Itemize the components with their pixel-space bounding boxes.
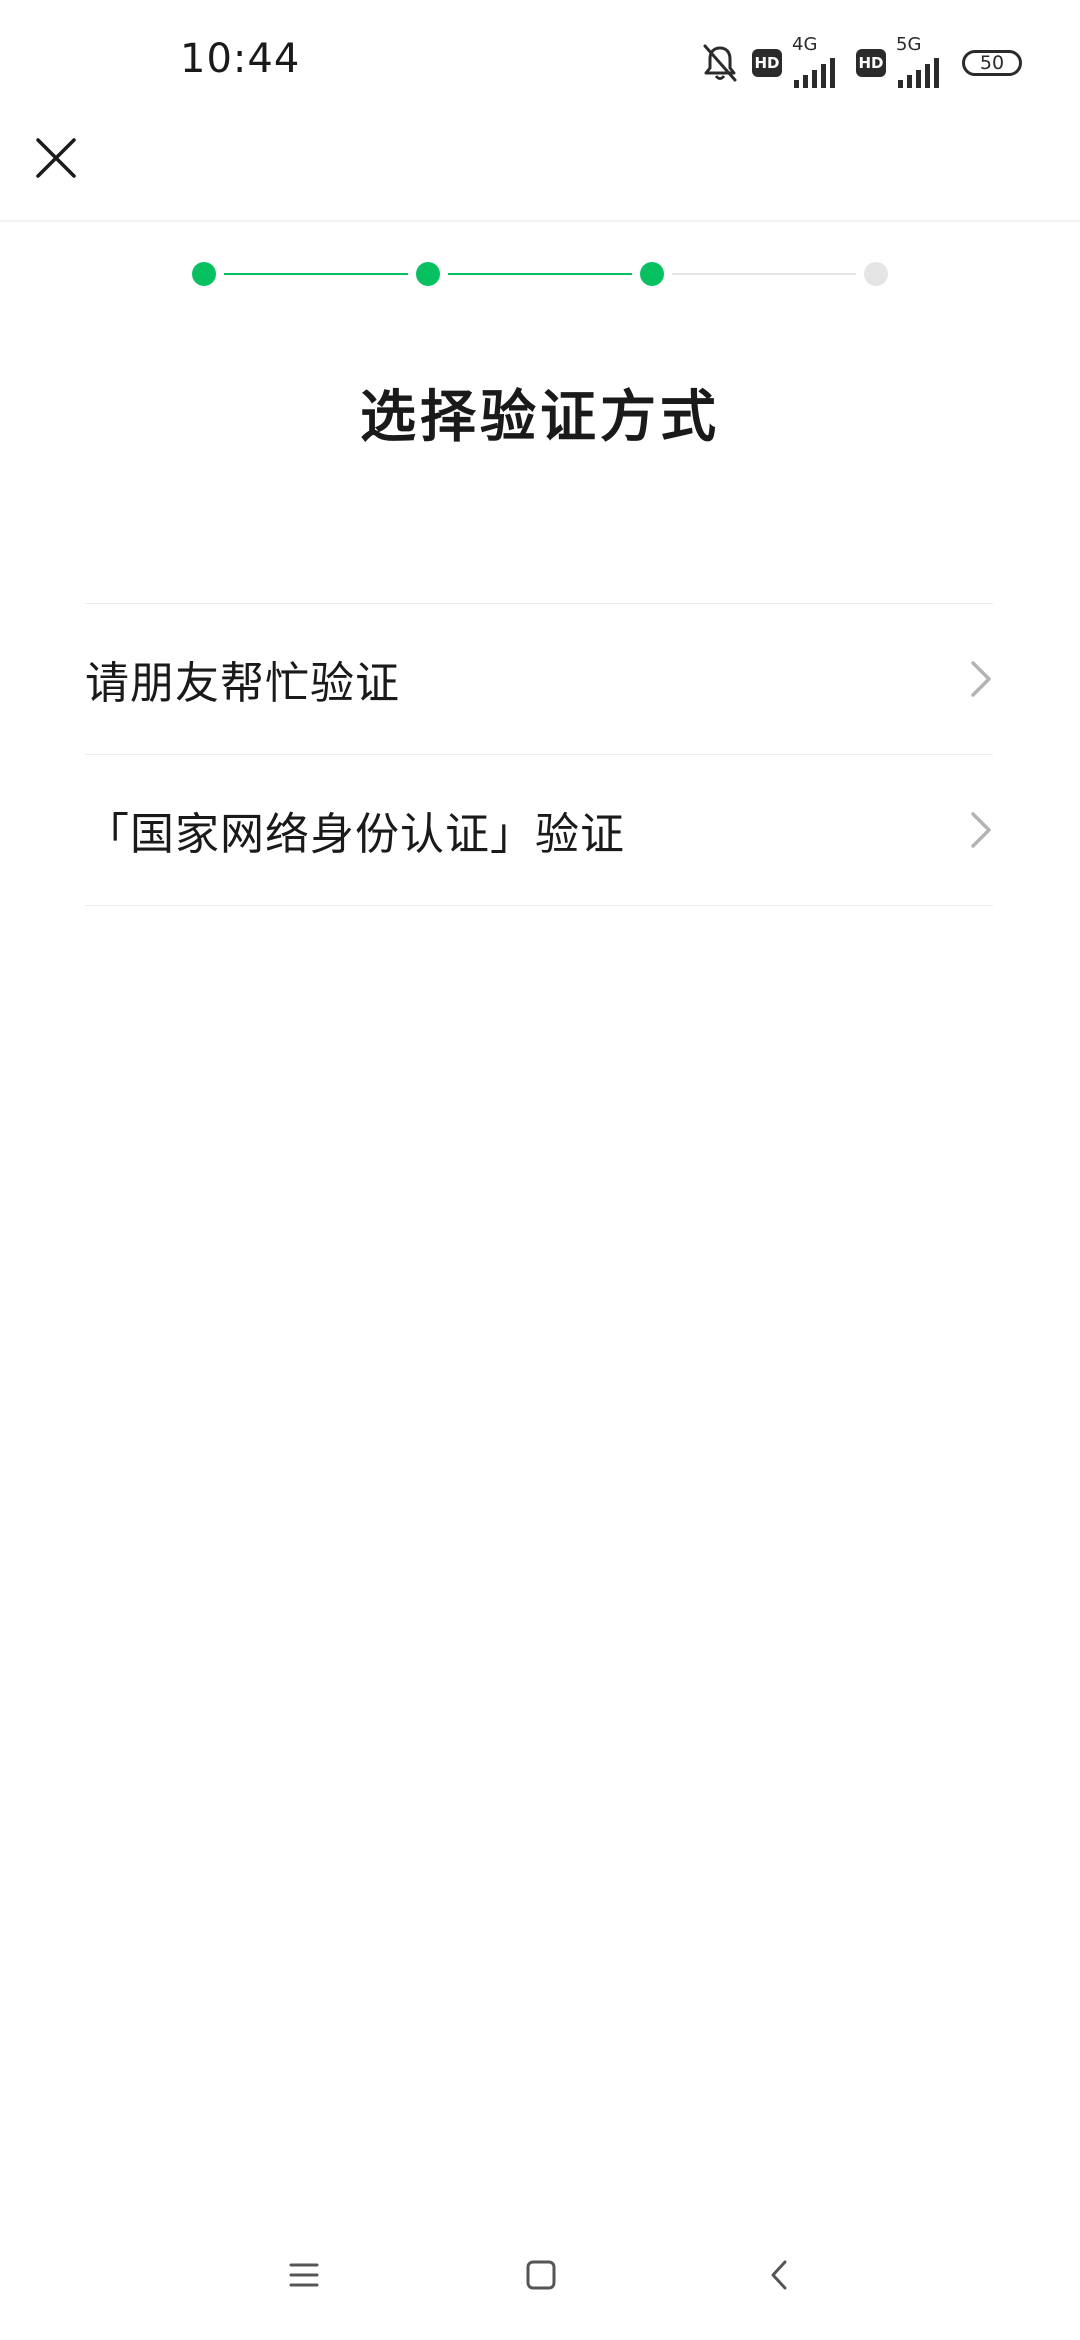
verification-options: 请朋友帮忙验证 「国家网络身份认证」验证 (85, 603, 993, 906)
page-title: 选择验证方式 (360, 385, 720, 450)
option-friend-verification[interactable]: 请朋友帮忙验证 (85, 604, 993, 755)
back-icon (771, 2260, 787, 2290)
step-connector-3 (672, 273, 856, 275)
step-connector-1 (224, 273, 408, 275)
step-dot-1 (192, 262, 216, 286)
signal-icon (898, 58, 939, 88)
bell-muted-icon (702, 43, 738, 83)
cellular-5g: 5G (896, 34, 946, 88)
chevron-right-icon (961, 649, 1001, 709)
step-dot-2 (416, 262, 440, 286)
status-icons: HD 4G HD 5G 50 (702, 34, 1022, 88)
chevron-right-icon (961, 800, 1001, 860)
cellular-4g: 4G (792, 34, 842, 88)
home-icon (526, 2260, 556, 2290)
battery-icon: 50 (962, 50, 1022, 76)
system-nav-bar (0, 2240, 1080, 2310)
hd-icon: HD (856, 49, 886, 77)
option-national-id-verification[interactable]: 「国家网络身份认证」验证 (85, 755, 993, 906)
step-dot-3 (640, 262, 664, 286)
progress-stepper (192, 262, 888, 286)
step-dot-4 (864, 262, 888, 286)
option-label: 「国家网络身份认证」验证 (85, 809, 625, 860)
signal-icon (794, 58, 835, 88)
network-type-label: 4G (792, 34, 818, 55)
close-button[interactable] (26, 128, 86, 188)
option-label: 请朋友帮忙验证 (85, 658, 400, 709)
hd-icon: HD (752, 49, 782, 77)
header (0, 124, 1080, 222)
step-connector-2 (448, 273, 632, 275)
close-icon (36, 138, 76, 178)
menu-icon (289, 2263, 319, 2287)
back-button[interactable] (749, 2245, 809, 2305)
home-button[interactable] (511, 2245, 571, 2305)
status-bar: 10:44 HD 4G HD 5G 50 (0, 0, 1080, 124)
menu-button[interactable] (274, 2245, 334, 2305)
network-type-label: 5G (896, 34, 922, 55)
status-time: 10:44 (180, 36, 301, 82)
